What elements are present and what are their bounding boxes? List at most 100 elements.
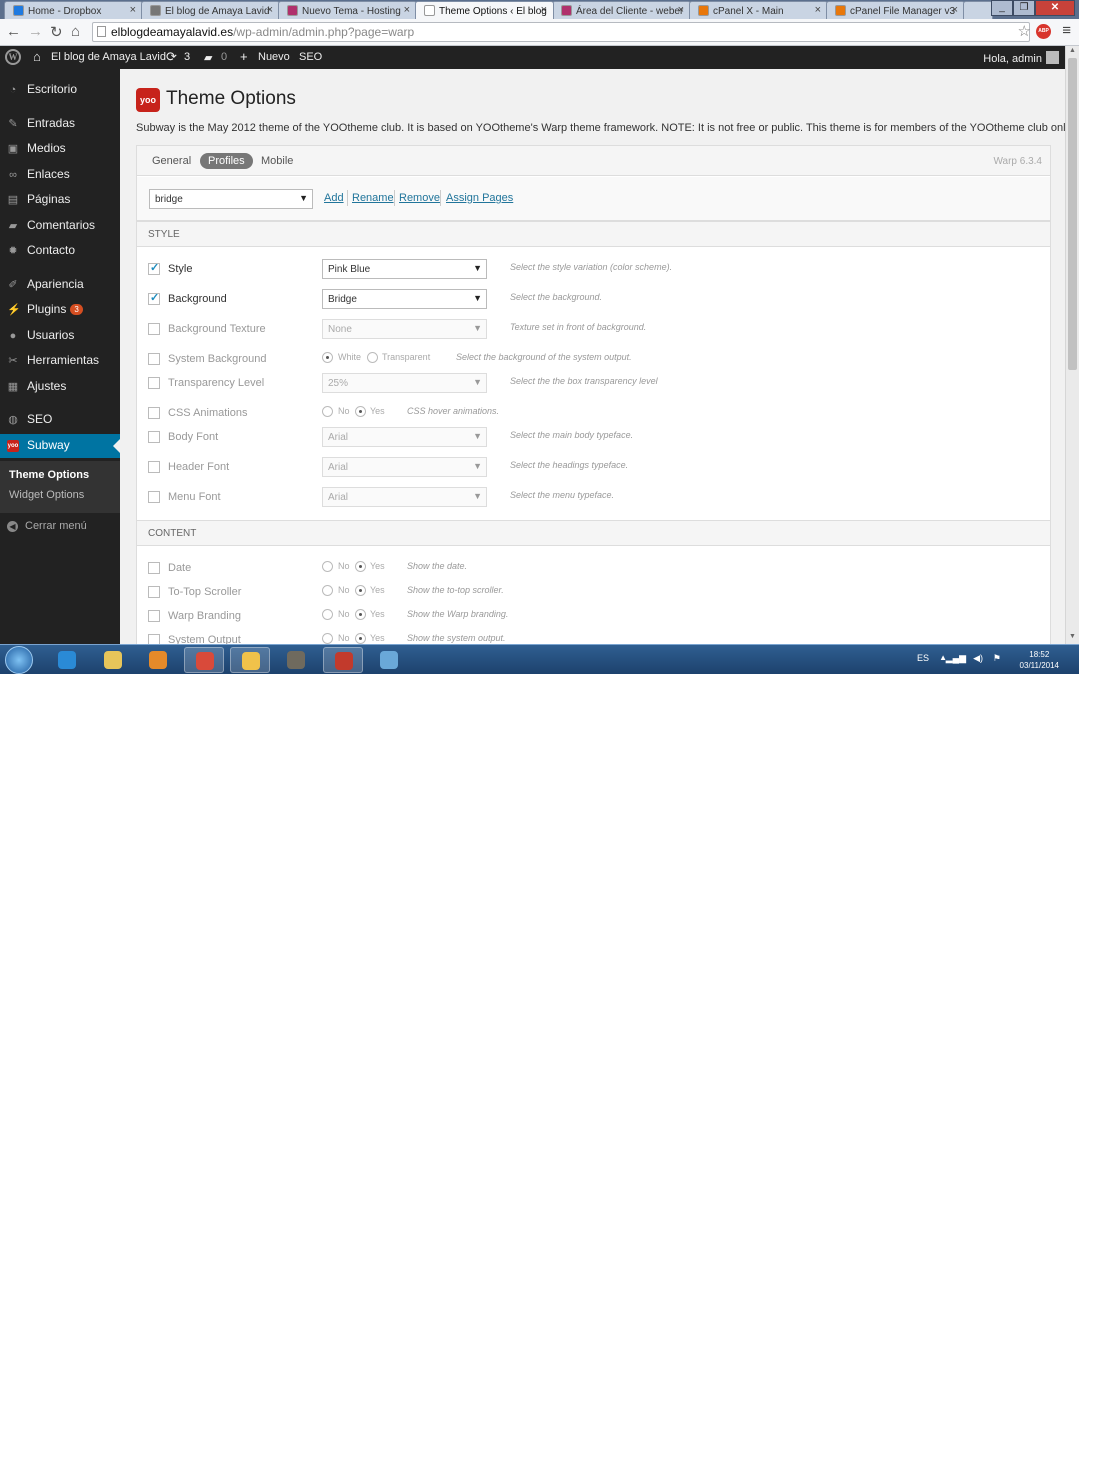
assign-pages-link[interactable]: Assign Pages — [446, 192, 513, 204]
taskbar-app-button[interactable] — [138, 647, 178, 673]
action-center-flag-icon[interactable]: ⚑ — [993, 653, 1001, 664]
css-animations-radio-yes[interactable] — [355, 406, 366, 417]
browser-tab[interactable]: cPanel File Manager v3 × — [826, 1, 965, 19]
to-top-scroller-radio-yes[interactable] — [355, 585, 366, 596]
updates-count[interactable]: 3 — [184, 51, 190, 63]
greeting[interactable]: Hola, admin — [983, 51, 1059, 65]
warp-branding-checkbox[interactable] — [148, 610, 160, 622]
scroll-down-icon[interactable]: ▼ — [1069, 633, 1076, 640]
taskbar-app-button[interactable] — [369, 647, 409, 673]
tab-close-icon[interactable]: × — [815, 4, 821, 16]
tab-close-icon[interactable]: × — [404, 4, 410, 16]
chrome-menu-icon[interactable]: ≡ — [1062, 22, 1071, 39]
background-select[interactable]: Bridge ▼ — [322, 289, 487, 309]
sidebar-item-seo[interactable]: ◍ SEO — [0, 408, 120, 432]
comments-count[interactable]: 0 — [221, 51, 227, 63]
sidebar-item-medios[interactable]: ▣ Medios — [0, 137, 120, 161]
new-tab-button[interactable] — [963, 1, 993, 19]
background-texture-checkbox[interactable] — [148, 323, 160, 335]
site-name-link[interactable]: El blog de Amaya Lavid — [51, 51, 166, 63]
browser-tab[interactable]: Theme Options ‹ El blog × — [415, 1, 554, 19]
taskbar-app-button[interactable] — [184, 647, 224, 673]
sidebar-item-plugins[interactable]: ⚡ Plugins 3 — [0, 298, 120, 322]
sidebar-item-escritorio[interactable]: ◔ Escritorio — [0, 78, 120, 102]
system-background-radio-white[interactable] — [322, 352, 333, 363]
comments-icon[interactable]: ▰ — [204, 51, 212, 64]
avatar[interactable] — [1046, 51, 1059, 64]
taskbar-app-button[interactable] — [93, 647, 133, 673]
bookmark-star-icon[interactable]: ☆ — [1018, 22, 1031, 40]
browser-tab[interactable]: cPanel X - Main × — [689, 1, 828, 19]
home-icon[interactable]: ⌂ — [71, 23, 80, 40]
date-radio-no[interactable] — [322, 561, 333, 572]
tab-profiles[interactable]: Profiles — [200, 153, 253, 169]
sidebar-item-entradas[interactable]: ✎ Entradas — [0, 112, 120, 136]
back-icon[interactable]: ← — [6, 23, 21, 40]
network-icon[interactable]: ▂▄▆ — [946, 653, 966, 664]
menu-font-select[interactable]: Arial ▼ — [322, 487, 487, 507]
body-font-checkbox[interactable] — [148, 431, 160, 443]
rename-profile-link[interactable]: Rename — [352, 192, 394, 204]
home-icon[interactable]: ⌂ — [33, 49, 41, 64]
tab-mobile[interactable]: Mobile — [253, 153, 301, 169]
transparency-level-select[interactable]: 25% ▼ — [322, 373, 487, 393]
date-radio-yes[interactable] — [355, 561, 366, 572]
language-indicator[interactable]: ES — [917, 653, 929, 663]
system-output-checkbox[interactable] — [148, 634, 160, 644]
restore-icon[interactable]: ❐ — [1013, 0, 1035, 16]
system-output-radio-yes[interactable] — [355, 633, 366, 644]
css-animations-checkbox[interactable] — [148, 407, 160, 419]
address-bar[interactable]: elblogdeamayalavid.es/wp-admin/admin.php… — [92, 22, 1030, 42]
taskbar-app-button[interactable] — [47, 647, 87, 673]
scrollbar-thumb[interactable] — [1068, 58, 1077, 370]
sidebar-item-páginas[interactable]: ▤ Páginas — [0, 188, 120, 212]
seo-link[interactable]: SEO — [299, 51, 322, 63]
browser-tab[interactable]: Home - Dropbox × — [4, 1, 143, 19]
tab-close-icon[interactable]: × — [541, 4, 547, 16]
sidebar-item-subway[interactable]: yoo Subway — [0, 434, 120, 458]
adblock-icon[interactable]: ABP — [1036, 24, 1051, 39]
start-button[interactable] — [5, 646, 33, 674]
system-clock[interactable]: 18:52 03/11/2014 — [1020, 649, 1059, 671]
remove-profile-link[interactable]: Remove — [399, 192, 440, 204]
forward-icon[interactable]: → — [28, 23, 43, 40]
updates-icon[interactable]: ⟳ — [166, 49, 177, 65]
transparency-level-checkbox[interactable] — [148, 377, 160, 389]
style-checkbox[interactable] — [148, 261, 160, 275]
submenu-widget-options[interactable]: Widget Options — [9, 489, 84, 501]
taskbar-app-button[interactable] — [323, 647, 363, 673]
tab-close-icon[interactable]: × — [678, 4, 684, 16]
sidebar-item-enlaces[interactable]: ∞ Enlaces — [0, 163, 120, 187]
collapse-menu-button[interactable]: ◀ Cerrar menú — [0, 515, 120, 539]
page-scrollbar[interactable]: ▲ ▼ — [1065, 46, 1079, 644]
warp-branding-radio-no[interactable] — [322, 609, 333, 620]
browser-tab[interactable]: Nuevo Tema - Hosting × — [278, 1, 417, 19]
volume-icon[interactable]: ◀) — [973, 653, 983, 664]
profile-select[interactable]: bridge ▼ — [149, 189, 313, 209]
sidebar-item-usuarios[interactable]: ● Usuarios — [0, 324, 120, 348]
minimize-icon[interactable]: _ — [991, 0, 1013, 16]
sidebar-item-ajustes[interactable]: ▦ Ajustes — [0, 375, 120, 399]
header-font-select[interactable]: Arial ▼ — [322, 457, 487, 477]
to-top-scroller-radio-no[interactable] — [322, 585, 333, 596]
submenu-theme-options[interactable]: Theme Options — [9, 469, 89, 481]
menu-font-checkbox[interactable] — [148, 491, 160, 503]
taskbar-app-button[interactable] — [230, 647, 270, 673]
warp-branding-radio-yes[interactable] — [355, 609, 366, 620]
wordpress-logo-icon[interactable]: W — [5, 49, 21, 65]
browser-tab[interactable]: El blog de Amaya Lavid × — [141, 1, 280, 19]
tab-close-icon[interactable]: × — [952, 4, 958, 16]
css-animations-radio-no[interactable] — [322, 406, 333, 417]
header-font-checkbox[interactable] — [148, 461, 160, 473]
sidebar-item-contacto[interactable]: ✹ Contacto — [0, 239, 120, 263]
reload-icon[interactable]: ↻ — [50, 23, 63, 41]
scroll-up-icon[interactable]: ▲ — [1069, 47, 1076, 54]
date-checkbox[interactable] — [148, 562, 160, 574]
sidebar-item-apariencia[interactable]: ✐ Apariencia — [0, 273, 120, 297]
sidebar-item-comentarios[interactable]: ▰ Comentarios — [0, 214, 120, 238]
to-top-scroller-checkbox[interactable] — [148, 586, 160, 598]
add-profile-link[interactable]: Add — [324, 192, 344, 204]
tab-close-icon[interactable]: × — [130, 4, 136, 16]
sidebar-item-herramientas[interactable]: ✂ Herramientas — [0, 349, 120, 373]
taskbar-app-button[interactable] — [276, 647, 316, 673]
